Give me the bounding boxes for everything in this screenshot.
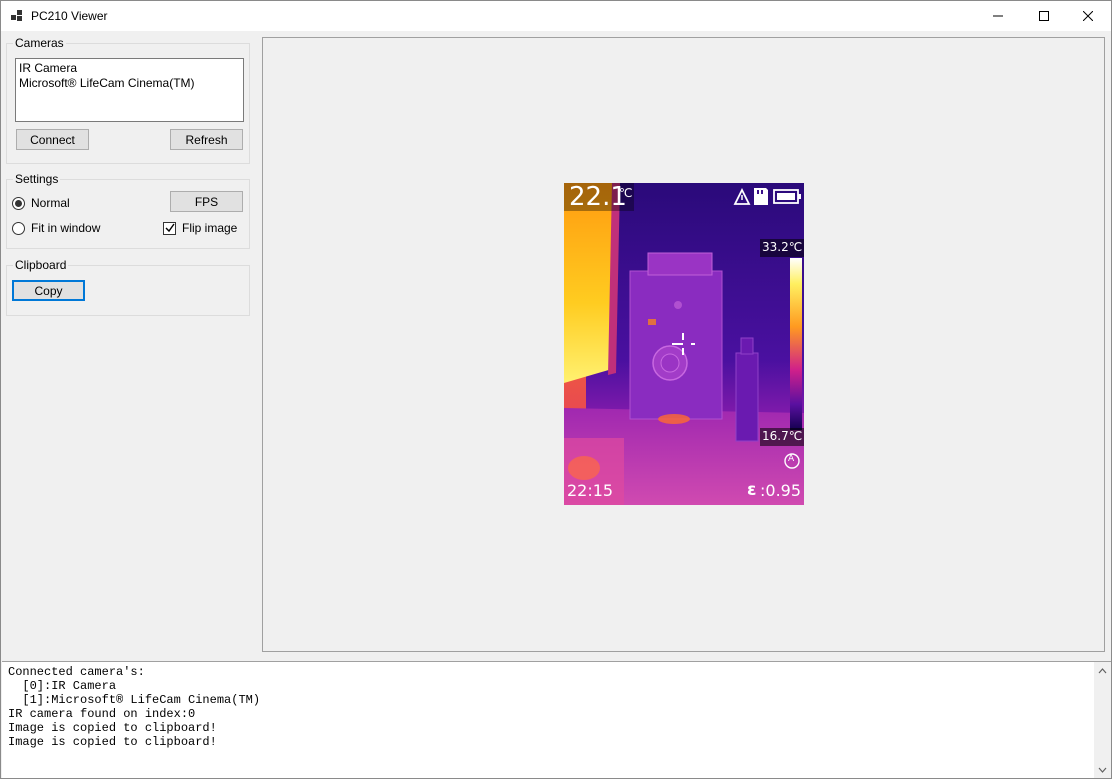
scroll-up-button[interactable] [1094,662,1111,679]
fit-in-window-radio[interactable]: Fit in window [12,221,100,235]
emissivity-symbol: ε [747,480,757,500]
center-temperature-unit: ℃ [619,186,633,200]
log-line: IR camera found on index:0 [8,707,196,721]
log-line: Image is copied to clipboard! [8,721,217,735]
refresh-button[interactable]: Refresh [170,129,243,150]
camera-list-item[interactable]: Microsoft® LifeCam Cinema(TM) [19,76,240,91]
fps-button[interactable]: FPS [170,191,243,212]
camera-list-item[interactable]: IR Camera [19,61,240,76]
maximize-icon [1039,11,1049,21]
log-console[interactable]: Connected camera's: [0]:IR Camera [1]:Mi… [2,661,1111,778]
checkbox-box [163,221,176,235]
log-line: [0]:IR Camera [8,679,117,693]
flip-image-checkbox[interactable]: Flip image [163,221,237,235]
close-button[interactable] [1065,1,1111,31]
checkmark-icon [165,223,175,233]
window-title: PC210 Viewer [31,9,108,23]
emissivity-value: :0.95 [760,481,802,500]
radio-circle [12,221,25,235]
console-scrollbar[interactable] [1094,662,1111,778]
camera-list[interactable]: IR Camera Microsoft® LifeCam Cinema(TM) [15,58,244,122]
normal-radio-label: Normal [31,196,70,210]
log-line: Image is copied to clipboard! [8,735,217,749]
auto-mode-label: A [788,454,795,464]
copy-button[interactable]: Copy [12,280,85,301]
min-temperature: 16.7℃ [762,429,803,443]
max-temperature: 33.2℃ [762,240,803,254]
close-icon [1083,11,1093,21]
thermal-image: 22.1 ℃ 33.2℃ 16.7℃ A 22:15 ε :0.95 [564,183,804,505]
maximize-button[interactable] [1021,1,1067,31]
radio-circle [12,196,25,210]
minimize-icon [993,15,1003,17]
image-viewport: 22.1 ℃ 33.2℃ 16.7℃ A 22:15 ε :0.95 [262,37,1105,652]
thermal-scene [564,183,804,505]
app-window: PC210 Viewer Cameras IR Camera Microsoft… [0,0,1112,779]
title-bar[interactable]: PC210 Viewer [1,1,1111,31]
settings-group: Settings [6,172,250,249]
clipboard-group-label: Clipboard [13,258,69,272]
minimize-button[interactable] [975,1,1021,31]
sd-card-icon [754,188,768,205]
scroll-down-button[interactable] [1094,761,1111,778]
log-text: Connected camera's: [0]:IR Camera [1]:Mi… [8,665,260,749]
radio-selected-dot [15,199,22,207]
chevron-up-icon [1098,667,1107,673]
flip-image-label: Flip image [182,221,238,235]
log-line: Connected camera's: [8,665,145,679]
app-icon [11,10,22,21]
connect-button[interactable]: Connect [16,129,89,150]
clock-time: 22:15 [567,481,614,500]
fit-in-window-radio-label: Fit in window [31,221,101,235]
normal-radio[interactable]: Normal [12,196,70,210]
log-line: [1]:Microsoft® LifeCam Cinema(TM) [8,693,261,707]
settings-group-label: Settings [13,172,61,186]
chevron-down-icon [1098,767,1107,773]
cameras-group-label: Cameras [13,36,66,50]
